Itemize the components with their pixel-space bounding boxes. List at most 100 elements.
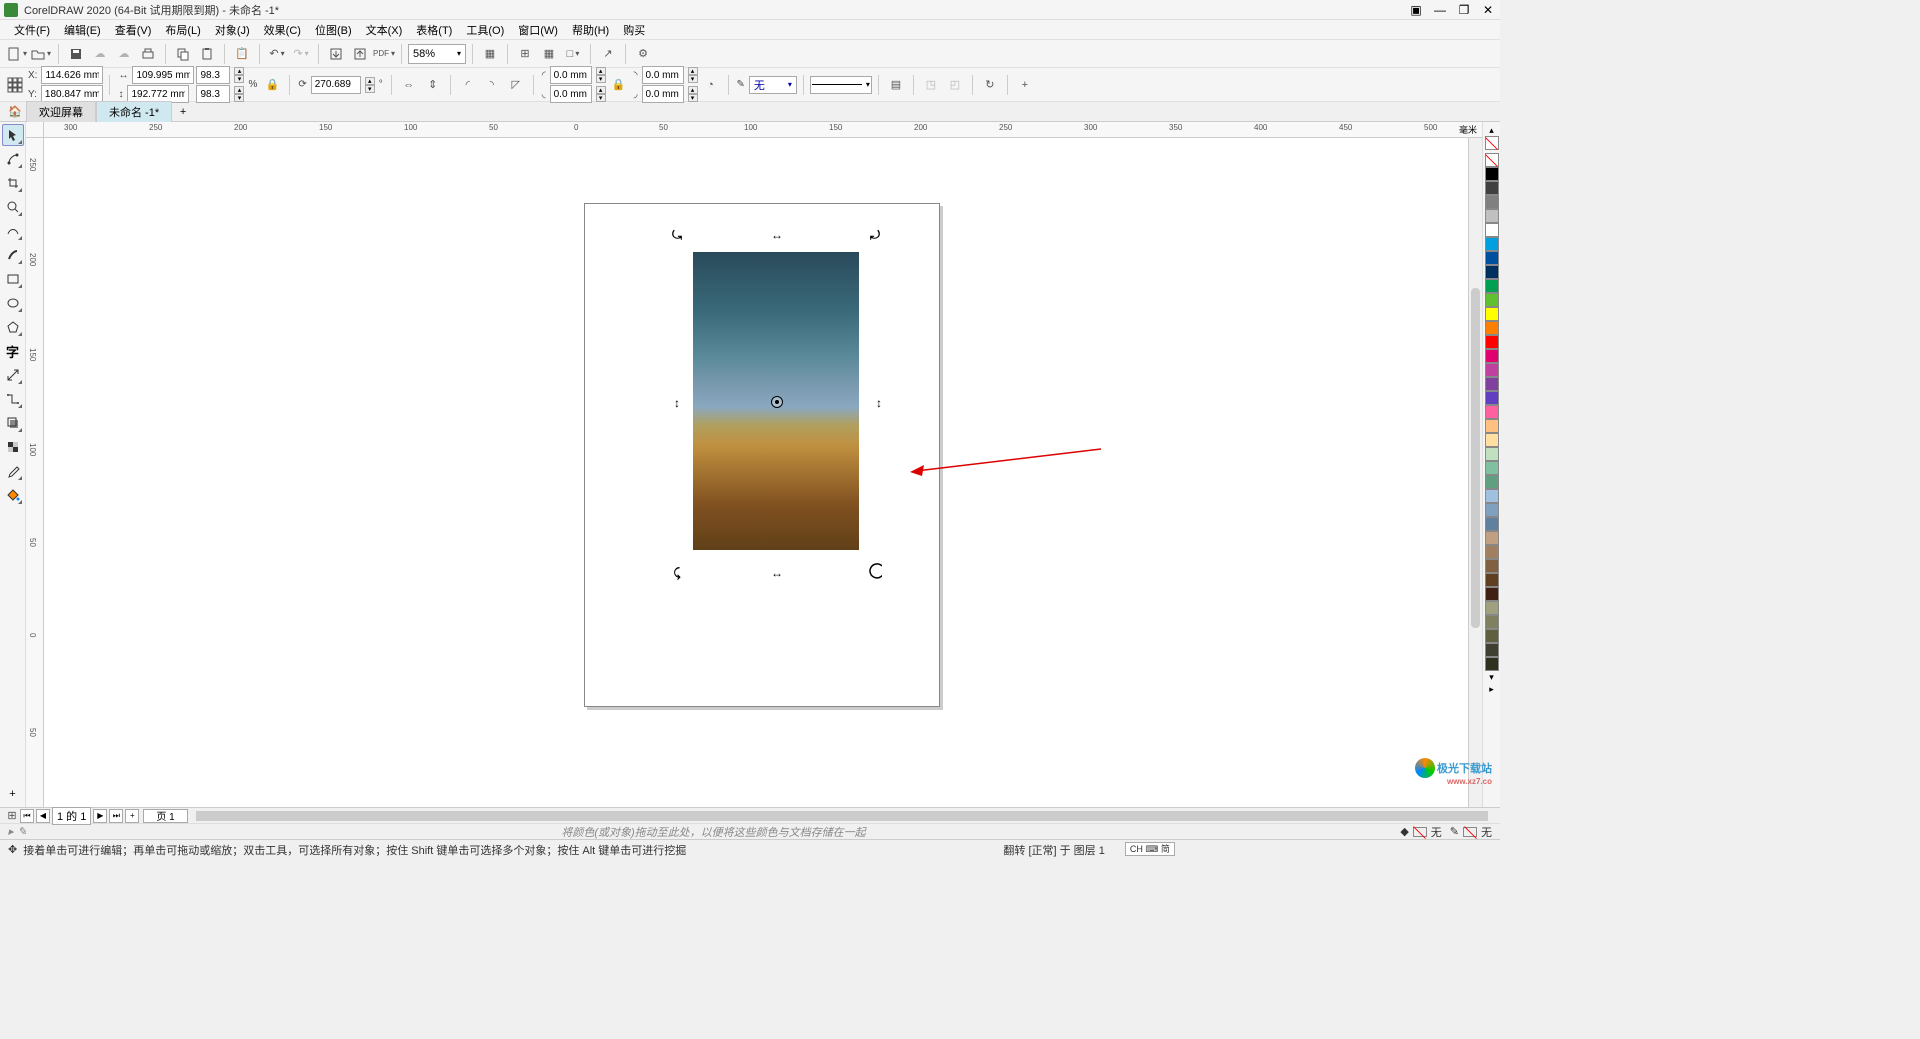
color-swatch[interactable] — [1485, 335, 1499, 349]
mirror-h-button[interactable]: ⇔ — [398, 74, 420, 96]
color-swatch[interactable] — [1485, 573, 1499, 587]
color-swatch[interactable] — [1485, 405, 1499, 419]
add-button[interactable]: + — [1014, 74, 1036, 96]
transparency-tool[interactable] — [2, 436, 24, 458]
color-swatch[interactable] — [1485, 531, 1499, 545]
drawing-canvas[interactable]: ⤿ ↔ ⤾ ↕ ↕ ⤹ ↔ — [44, 138, 1468, 807]
ruler-corner[interactable] — [26, 122, 44, 138]
zoom-level-combo[interactable]: 58%▾ — [408, 44, 466, 64]
page-tab-1[interactable]: 页 1 — [143, 809, 187, 823]
rotate-handle-br[interactable] — [868, 564, 882, 578]
minimize-button[interactable]: — — [1432, 2, 1448, 18]
ellipse-tool[interactable] — [2, 292, 24, 314]
palette-down[interactable]: ▾ — [1485, 671, 1499, 683]
menu-tools[interactable]: 工具(O) — [460, 20, 510, 40]
redo-button[interactable]: ↷▾ — [290, 43, 312, 65]
to-back-button[interactable]: ◰ — [944, 74, 966, 96]
line-style-combo[interactable]: ▾ — [810, 76, 872, 94]
cloud-up-button[interactable]: ☁ — [89, 43, 111, 65]
horizontal-scrollbar[interactable] — [196, 811, 1488, 821]
options-button[interactable]: ⚙ — [632, 43, 654, 65]
new-button[interactable]: ▾ — [6, 43, 28, 65]
vscroll-thumb[interactable] — [1471, 288, 1480, 628]
crop-tool[interactable] — [2, 172, 24, 194]
corner-br-input[interactable] — [642, 85, 684, 103]
convert-curves-button[interactable]: ↻ — [979, 74, 1001, 96]
export-button[interactable] — [349, 43, 371, 65]
maximize-button[interactable]: ❐ — [1456, 2, 1472, 18]
color-swatch[interactable] — [1485, 601, 1499, 615]
clipboard-button[interactable]: 📋 — [231, 43, 253, 65]
print-button[interactable] — [137, 43, 159, 65]
snap-grid-button[interactable]: ▦ — [538, 43, 560, 65]
color-swatch[interactable] — [1485, 517, 1499, 531]
skew-handle-left[interactable]: ↕ — [670, 396, 684, 410]
prev-page-button[interactable]: ◀ — [36, 809, 50, 823]
color-swatch[interactable] — [1485, 559, 1499, 573]
add-page-button[interactable]: + — [125, 809, 139, 823]
polygon-tool[interactable] — [2, 316, 24, 338]
scale-x-input[interactable] — [196, 66, 230, 84]
color-swatch[interactable] — [1485, 475, 1499, 489]
outline-color-indicator[interactable] — [1463, 827, 1477, 837]
color-swatch[interactable] — [1485, 391, 1499, 405]
color-swatch[interactable] — [1485, 587, 1499, 601]
scale-y-input[interactable] — [196, 85, 230, 103]
menu-edit[interactable]: 编辑(E) — [58, 20, 107, 40]
menu-bitmaps[interactable]: 位图(B) — [309, 20, 358, 40]
menu-table[interactable]: 表格(T) — [410, 20, 458, 40]
to-front-button[interactable]: ◳ — [920, 74, 942, 96]
undo-button[interactable]: ↶▾ — [266, 43, 288, 65]
vertical-scrollbar[interactable] — [1468, 138, 1482, 807]
launch-button[interactable]: ↗ — [597, 43, 619, 65]
menu-window[interactable]: 窗口(W) — [512, 20, 564, 40]
color-swatch[interactable] — [1485, 223, 1499, 237]
window-touch-icon[interactable]: ▣ — [1408, 2, 1424, 18]
spin-down[interactable]: ▾ — [365, 85, 375, 93]
color-swatch[interactable] — [1485, 545, 1499, 559]
corner-scallop-button[interactable]: ◝ — [481, 74, 503, 96]
add-tab-button[interactable]: + — [172, 103, 194, 121]
fullscreen-button[interactable]: ▦ — [479, 43, 501, 65]
fill-color-indicator[interactable] — [1413, 827, 1427, 837]
menu-view[interactable]: 查看(V) — [109, 20, 158, 40]
menu-file[interactable]: 文件(F) — [8, 20, 56, 40]
rotate-handle-bl[interactable]: ⤹ — [670, 566, 684, 580]
color-swatch[interactable] — [1485, 265, 1499, 279]
page-options-icon[interactable]: ⊞ — [4, 809, 20, 823]
fill-tool[interactable] — [2, 484, 24, 506]
mirror-v-button[interactable]: ⇕ — [422, 74, 444, 96]
color-swatch[interactable] — [1485, 363, 1499, 377]
zoom-tool[interactable] — [2, 196, 24, 218]
connector-tool[interactable] — [2, 388, 24, 410]
import-button[interactable] — [325, 43, 347, 65]
snap-options-button[interactable]: □▾ — [562, 43, 584, 65]
paste-button[interactable] — [196, 43, 218, 65]
next-page-button[interactable]: ▶ — [93, 809, 107, 823]
open-button[interactable]: ▾ — [30, 43, 52, 65]
corner-tl-input[interactable] — [550, 66, 592, 84]
eyedropper-tool[interactable] — [2, 460, 24, 482]
last-page-button[interactable]: ⏭ — [109, 809, 123, 823]
copy-button[interactable] — [172, 43, 194, 65]
quick-customize-button[interactable]: + — [2, 783, 24, 805]
ime-indicator[interactable]: CH ⌨ 简 — [1125, 842, 1175, 856]
snap-rulers-button[interactable]: ⊞ — [514, 43, 536, 65]
menu-object[interactable]: 对象(J) — [209, 20, 256, 40]
spin-up[interactable]: ▴ — [234, 67, 244, 75]
color-swatch[interactable] — [1485, 643, 1499, 657]
rotation-input[interactable] — [311, 76, 361, 94]
color-swatch[interactable] — [1485, 489, 1499, 503]
publish-pdf-button[interactable]: PDF▾ — [373, 43, 395, 65]
spin-up[interactable]: ▴ — [234, 86, 244, 94]
cloud-down-button[interactable]: ☁ — [113, 43, 135, 65]
pick-tool[interactable] — [2, 124, 24, 146]
color-swatch[interactable] — [1485, 419, 1499, 433]
corner-round-button[interactable]: ◜ — [457, 74, 479, 96]
color-swatch[interactable] — [1485, 615, 1499, 629]
color-swatch[interactable] — [1485, 349, 1499, 363]
swatch-no-fill[interactable] — [1485, 153, 1499, 167]
color-swatch[interactable] — [1485, 629, 1499, 643]
color-swatch[interactable] — [1485, 321, 1499, 335]
vertical-ruler[interactable]: 25020015010050050 — [26, 138, 44, 807]
